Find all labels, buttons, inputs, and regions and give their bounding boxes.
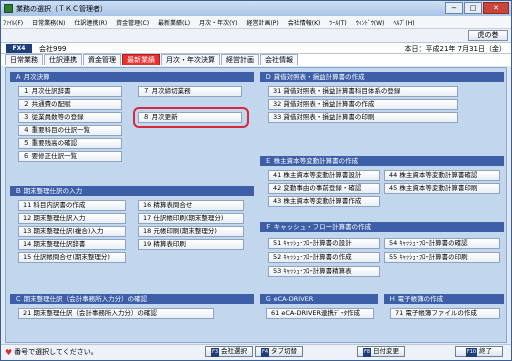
item-11[interactable]: 11 科目内訳書の作成 [18,200,126,211]
item-14[interactable]: 14 期末整理仕訳辞書 [18,239,126,250]
tab-plan[interactable]: 経営計画 [221,54,259,65]
section-h-title: Ｈ 電子帳簿の作成 [384,294,504,304]
menu-company[interactable]: 会社情報(K) [288,18,321,27]
window-title: 業務の選択（ＴＫＣ管理者） [16,4,107,13]
menu-journal-link[interactable]: 仕訳連携(R) [74,18,107,27]
item-61[interactable]: 61 eCA-DRIVER連携ﾃﾞｰﾀ作成 [266,308,374,319]
menu-plan[interactable]: 経営計画(P) [246,18,278,27]
item-31[interactable]: 31 貸借対照表・損益計算書科目体系の登録 [268,86,458,97]
section-h: Ｈ 電子帳簿の作成 71 電子帳簿ファイルの作成 [384,294,504,340]
f3-company-select-button[interactable]: F3 会社選択 [205,346,253,357]
item-3[interactable]: ３ 従業員数等の登録 [18,112,122,123]
section-g-title: Ｇ eCA-DRIVER [260,294,378,304]
item-42[interactable]: 42 変動事由の事前登録・確認 [268,183,380,194]
item-51[interactable]: 51 ｷｬｯｼｭ･ﾌﾛｰ計算書の設計 [268,238,380,249]
item-5[interactable]: ５ 重要残高の確認 [18,138,122,149]
item-21[interactable]: 21 期末整理仕訳（会計事務所入力分）の確認 [18,308,214,319]
menu-funds[interactable]: 資金管理(C) [116,18,149,27]
fkey-label: 日付変更 [373,347,400,355]
tab-bar: 日常業務 仕訳連携 資金管理 最新業績 月次・年次決算 経営計画 会社情報 [1,54,511,66]
minimize-button[interactable]: − [445,2,463,14]
item-45[interactable]: 45 株主資本等変動計算書印刷 [384,183,500,194]
tab-company[interactable]: 会社情報 [260,54,298,65]
section-e: Ｅ 株主資本等変動計算書の作成 41 株主資本等変動計算書設計 42 変動事由の… [260,156,504,220]
section-c: Ｃ 期末整理仕訳（会計事務所入力分）の確認 21 期末整理仕訳（会計事務所入力分… [10,294,254,340]
highlight-ring [133,107,249,128]
section-c-title: Ｃ 期末整理仕訳（会計事務所入力分）の確認 [10,294,254,304]
f8-date-change-button[interactable]: F8 日付変更 [357,346,405,357]
fkey-label: 終了 [479,347,493,355]
item-52[interactable]: 52 ｷｬｯｼｭ･ﾌﾛｰ計算書の作成 [268,252,380,263]
tab-latest[interactable]: 最新業績 [122,54,160,65]
item-16[interactable]: 16 精算表問合せ [138,200,244,211]
f10-exit-button[interactable]: F10 終了 [455,346,503,357]
section-f: Ｆ キャッシュ・フロー計算書の作成 51 ｷｬｯｼｭ･ﾌﾛｰ計算書の設計 52 … [260,222,504,290]
item-12[interactable]: 12 期末整理仕訳入力 [18,213,126,224]
close-button[interactable]: ✕ [483,2,509,14]
fkey-label: 会社選択 [221,347,248,355]
item-43[interactable]: 43 株主資本等変動計算書作成 [268,196,380,207]
item-33[interactable]: 33 貸借対照表・損益計算書の印刷 [268,112,458,123]
section-d: Ｄ 貸借対照表・損益計算書の作成 31 貸借対照表・損益計算書科目体系の登録 3… [260,72,504,144]
company-name: 会社999 [39,45,67,53]
item-41[interactable]: 41 株主資本等変動計算書設計 [268,170,380,181]
item-17[interactable]: 17 仕訳帳印刷(期末整理分) [138,213,244,224]
item-6[interactable]: ６ 要修正仕訳一覧 [18,151,122,162]
title-bar: 業務の選択（ＴＫＣ管理者） − □ ✕ [1,1,511,16]
maximize-button[interactable]: □ [464,2,482,14]
section-d-title: Ｄ 貸借対照表・損益計算書の作成 [260,72,504,82]
section-f-title: Ｆ キャッシュ・フロー計算書の作成 [260,222,504,232]
menu-bar: ﾌｧｲﾙ(F) 日常業務(N) 仕訳連携(R) 資金管理(C) 最新業績(L) … [1,16,511,29]
item-7[interactable]: ７ 月次締切業務 [138,86,242,97]
tora-no-maki-button[interactable]: 虎の巻 [468,30,508,41]
fkey-tag: F10 [465,348,478,357]
menu-content: Ａ 月次決算 １ 月次仕訳辞書 ２ 共通費の配賦 ３ 従業員数等の登録 ４ 重要… [5,67,507,343]
f4-tab-switch-button[interactable]: F4 タブ切替 [255,346,303,357]
item-2[interactable]: ２ 共通費の配賦 [18,99,122,110]
section-a: Ａ 月次決算 １ 月次仕訳辞書 ２ 共通費の配賦 ３ 従業員数等の登録 ４ 重要… [10,72,254,180]
tab-daily[interactable]: 日常業務 [5,54,43,65]
item-19[interactable]: 19 精算表印刷 [138,239,244,250]
fkey-tag: F4 [260,348,270,357]
section-e-title: Ｅ 株主資本等変動計算書の作成 [260,156,504,166]
menu-daily[interactable]: 日常業務(N) [32,18,65,27]
fkey-tag: F3 [210,348,220,357]
menu-window[interactable]: ｳｨﾝﾄﾞｳ(W) [356,18,385,27]
tab-monthly-annual[interactable]: 月次・年次決算 [161,54,220,65]
heart-icon: ♥ [5,347,13,357]
today-date: 本日：平成21年 7月31日（金） [404,45,507,53]
toolbar: 虎の巻 [1,29,511,42]
app-icon [4,4,13,13]
fx4-logo: FX4 [6,44,32,53]
item-18[interactable]: 18 元帳印刷(期末整理分) [138,226,244,237]
item-32[interactable]: 32 貸借対照表・損益計算書の作成 [268,99,458,110]
tab-funds[interactable]: 資金管理 [83,54,121,65]
status-bar: ♥ 番号で選択してください。 F3 会社選択 F4 タブ切替 F8 日付変更 F10 終… [1,344,511,360]
item-44[interactable]: 44 株主資本等変動計算書確認 [384,170,500,181]
app-window: 業務の選択（ＴＫＣ管理者） − □ ✕ ﾌｧｲﾙ(F) 日常業務(N) 仕訳連携… [0,0,512,361]
section-a-title: Ａ 月次決算 [10,72,254,82]
section-b-title: Ｂ 期末整理仕訳の入力 [10,186,254,196]
item-54[interactable]: 54 ｷｬｯｼｭ･ﾌﾛｰ計算書の確認 [384,238,500,249]
section-b: Ｂ 期末整理仕訳の入力 11 科目内訳書の作成 12 期末整理仕訳入力 13 期… [10,186,254,290]
item-15[interactable]: 15 仕訳帳問合せ(期末整理分) [18,252,126,263]
fkey-tag: F8 [362,348,372,357]
tab-journal-link[interactable]: 仕訳連携 [44,54,82,65]
section-g: Ｇ eCA-DRIVER 61 eCA-DRIVER連携ﾃﾞｰﾀ作成 [260,294,378,340]
item-55[interactable]: 55 ｷｬｯｼｭ･ﾌﾛｰ計算書の印刷 [384,252,500,263]
menu-help[interactable]: ﾍﾙﾌﾟ(H) [393,18,414,27]
menu-latest[interactable]: 最新業績(L) [158,18,190,27]
menu-file[interactable]: ﾌｧｲﾙ(F) [3,18,23,27]
fkey-label: タブ切替 [271,347,298,355]
info-bar: FX4 会社999 本日：平成21年 7月31日（金） [1,42,511,54]
item-53[interactable]: 53 ｷｬｯｼｭ･ﾌﾛｰ計算書精算表 [268,266,380,277]
item-13[interactable]: 13 期末整理仕訳(複合)入力 [18,226,126,237]
item-4[interactable]: ４ 重要科目の仕訳一覧 [18,125,122,136]
menu-tools[interactable]: ﾂｰﾙ(T) [329,18,346,27]
item-1[interactable]: １ 月次仕訳辞書 [18,86,122,97]
menu-monthly-annual[interactable]: 月次・年次(Y) [199,18,237,27]
item-71[interactable]: 71 電子帳簿ファイルの作成 [390,308,500,319]
status-message: 番号で選択してください。 [14,348,98,356]
